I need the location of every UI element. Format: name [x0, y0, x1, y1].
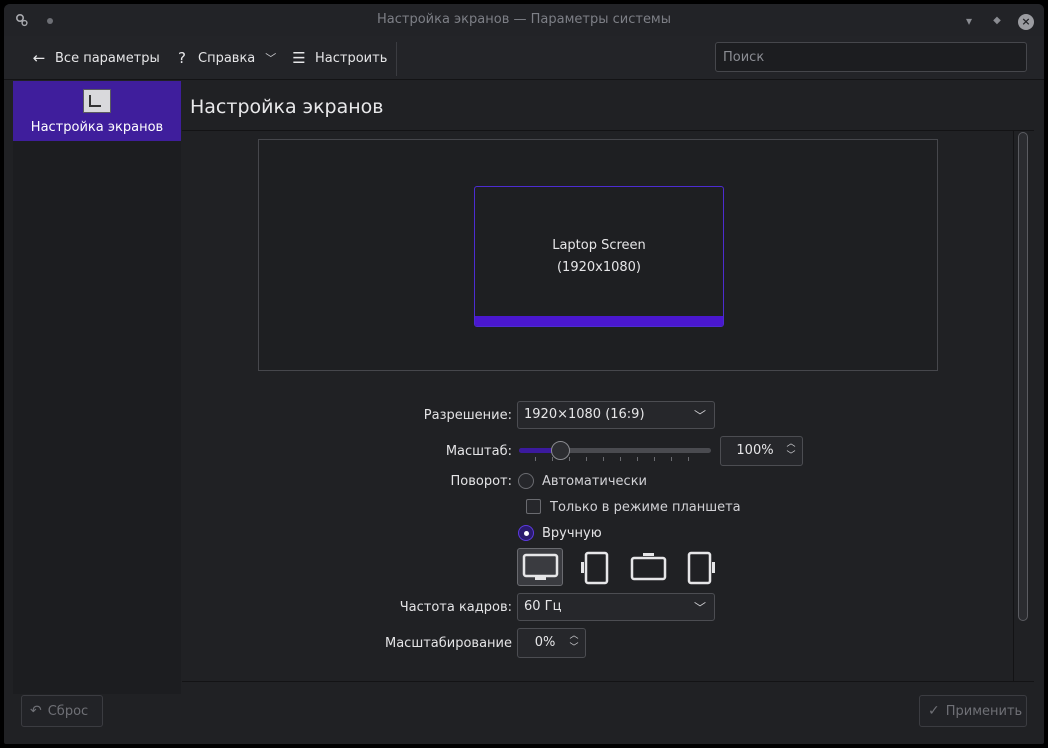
chevron-down-icon: ﹀ — [265, 52, 277, 65]
spin-arrows-icon[interactable]: ︿ ﹀ — [568, 630, 580, 654]
slider-tick — [535, 457, 536, 461]
resolution-value: 1920×1080 (16:9) — [524, 407, 645, 422]
slider-tick — [586, 457, 587, 461]
display-settings-icon — [83, 89, 111, 113]
resolution-select[interactable]: 1920×1080 (16:9) ﹀ — [517, 401, 715, 429]
scroll-divider — [1013, 131, 1014, 681]
display-resolution: (1920x1080) — [556, 260, 641, 275]
slider-tick — [620, 457, 621, 461]
rotate-portrait-right-button[interactable] — [680, 548, 726, 586]
screen-layout-view[interactable]: Laptop Screen (1920x1080) — [258, 139, 938, 371]
slider-tick — [603, 457, 604, 461]
resolution-label: Разрешение: — [423, 408, 512, 423]
undo-icon: ↶ — [30, 703, 42, 719]
refresh-rate-select[interactable]: 60 Гц ﹀ — [517, 593, 715, 621]
maximize-icon[interactable]: ◆ — [990, 14, 1004, 28]
slider-tick — [688, 457, 689, 461]
scale-value: 100% — [736, 443, 774, 458]
reset-button[interactable]: ↶ Сброс — [21, 695, 103, 727]
reset-label: Сброс — [47, 703, 89, 719]
rotation-auto-radio[interactable] — [518, 473, 534, 489]
landscape-flipped-monitor-icon — [630, 553, 667, 581]
scale-label: Масштаб: — [445, 444, 512, 459]
rotation-auto-label: Автоматически — [542, 474, 648, 489]
configure-button[interactable]: ☰ Настроить — [291, 47, 387, 69]
rotate-landscape-flipped-button[interactable] — [626, 548, 672, 586]
help-button[interactable]: ? Справка ﹀ — [174, 47, 276, 69]
spin-arrows-icon[interactable]: ︿ ﹀ — [785, 438, 797, 462]
settings-window: Настройка экранов — Параметры системы ▾ … — [4, 4, 1044, 744]
window-title: Настройка экранов — Параметры системы — [376, 12, 672, 27]
display-output[interactable]: Laptop Screen (1920x1080) — [474, 186, 724, 327]
rotation-manual-radio[interactable] — [518, 525, 534, 541]
overscan-spinbox[interactable]: 0% ︿ ﹀ — [517, 628, 586, 658]
sidebar-item-label: Настройка экранов — [30, 120, 164, 135]
slider-tick — [671, 457, 672, 461]
portrait-left-monitor-icon — [581, 551, 609, 585]
question-mark-icon: ? — [178, 49, 186, 67]
scale-spinbox[interactable]: 100% ︿ ﹀ — [720, 436, 803, 466]
tablet-only-label: Только в режиме планшета — [550, 500, 741, 515]
slider-tick — [654, 457, 655, 461]
rotation-manual-label: Вручную — [542, 526, 602, 541]
sidebar-item-display-configuration[interactable]: Настройка экранов — [13, 81, 181, 141]
toolbar: ← Все параметры ? Справка ﹀ ☰ Настроить — [4, 36, 1044, 80]
rotation-label: Поворот: — [450, 474, 512, 489]
overscan-label: Масштабирование — [384, 636, 512, 651]
rotate-landscape-button[interactable] — [517, 548, 563, 586]
display-name: Laptop Screen — [552, 238, 646, 253]
hamburger-menu-icon: ☰ — [292, 49, 306, 67]
chevron-down-icon: ﹀ — [693, 601, 706, 615]
slider-tick — [552, 457, 553, 461]
checkmark-icon: ✓ — [928, 703, 940, 719]
slider-tick — [637, 457, 638, 461]
configure-label: Настроить — [315, 50, 388, 66]
back-button[interactable]: ← Все параметры — [31, 47, 160, 69]
help-label: Справка — [198, 50, 256, 66]
apply-button[interactable]: ✓ Применить — [919, 695, 1027, 727]
portrait-right-monitor-icon — [687, 551, 715, 585]
back-label: Все параметры — [55, 50, 160, 66]
rotate-portrait-left-button[interactable] — [572, 548, 618, 586]
sidebar: Настройка экранов — [13, 81, 181, 694]
toolbar-divider — [396, 42, 397, 76]
footer-divider — [182, 681, 1034, 682]
refresh-rate-label: Частота кадров: — [399, 600, 512, 615]
primary-display-bar — [475, 316, 723, 326]
refresh-rate-value: 60 Гц — [524, 599, 562, 614]
vertical-scrollbar[interactable] — [1018, 132, 1028, 621]
tablet-only-checkbox[interactable] — [526, 499, 541, 514]
apply-label: Применить — [945, 703, 1023, 719]
page-title: Настройка экранов — [190, 96, 384, 118]
close-icon[interactable]: × — [1018, 14, 1034, 30]
title-bar: Настройка экранов — Параметры системы ▾ … — [4, 4, 1044, 36]
minimize-icon[interactable]: ▾ — [962, 14, 976, 28]
arrow-left-icon: ← — [32, 49, 46, 67]
scale-slider-handle[interactable] — [551, 441, 570, 460]
landscape-monitor-icon — [522, 553, 559, 580]
search-input[interactable] — [715, 42, 1027, 72]
slider-tick — [569, 457, 570, 461]
chevron-down-icon: ﹀ — [693, 409, 706, 423]
header-divider — [182, 130, 1034, 131]
overscan-value: 0% — [534, 635, 556, 650]
